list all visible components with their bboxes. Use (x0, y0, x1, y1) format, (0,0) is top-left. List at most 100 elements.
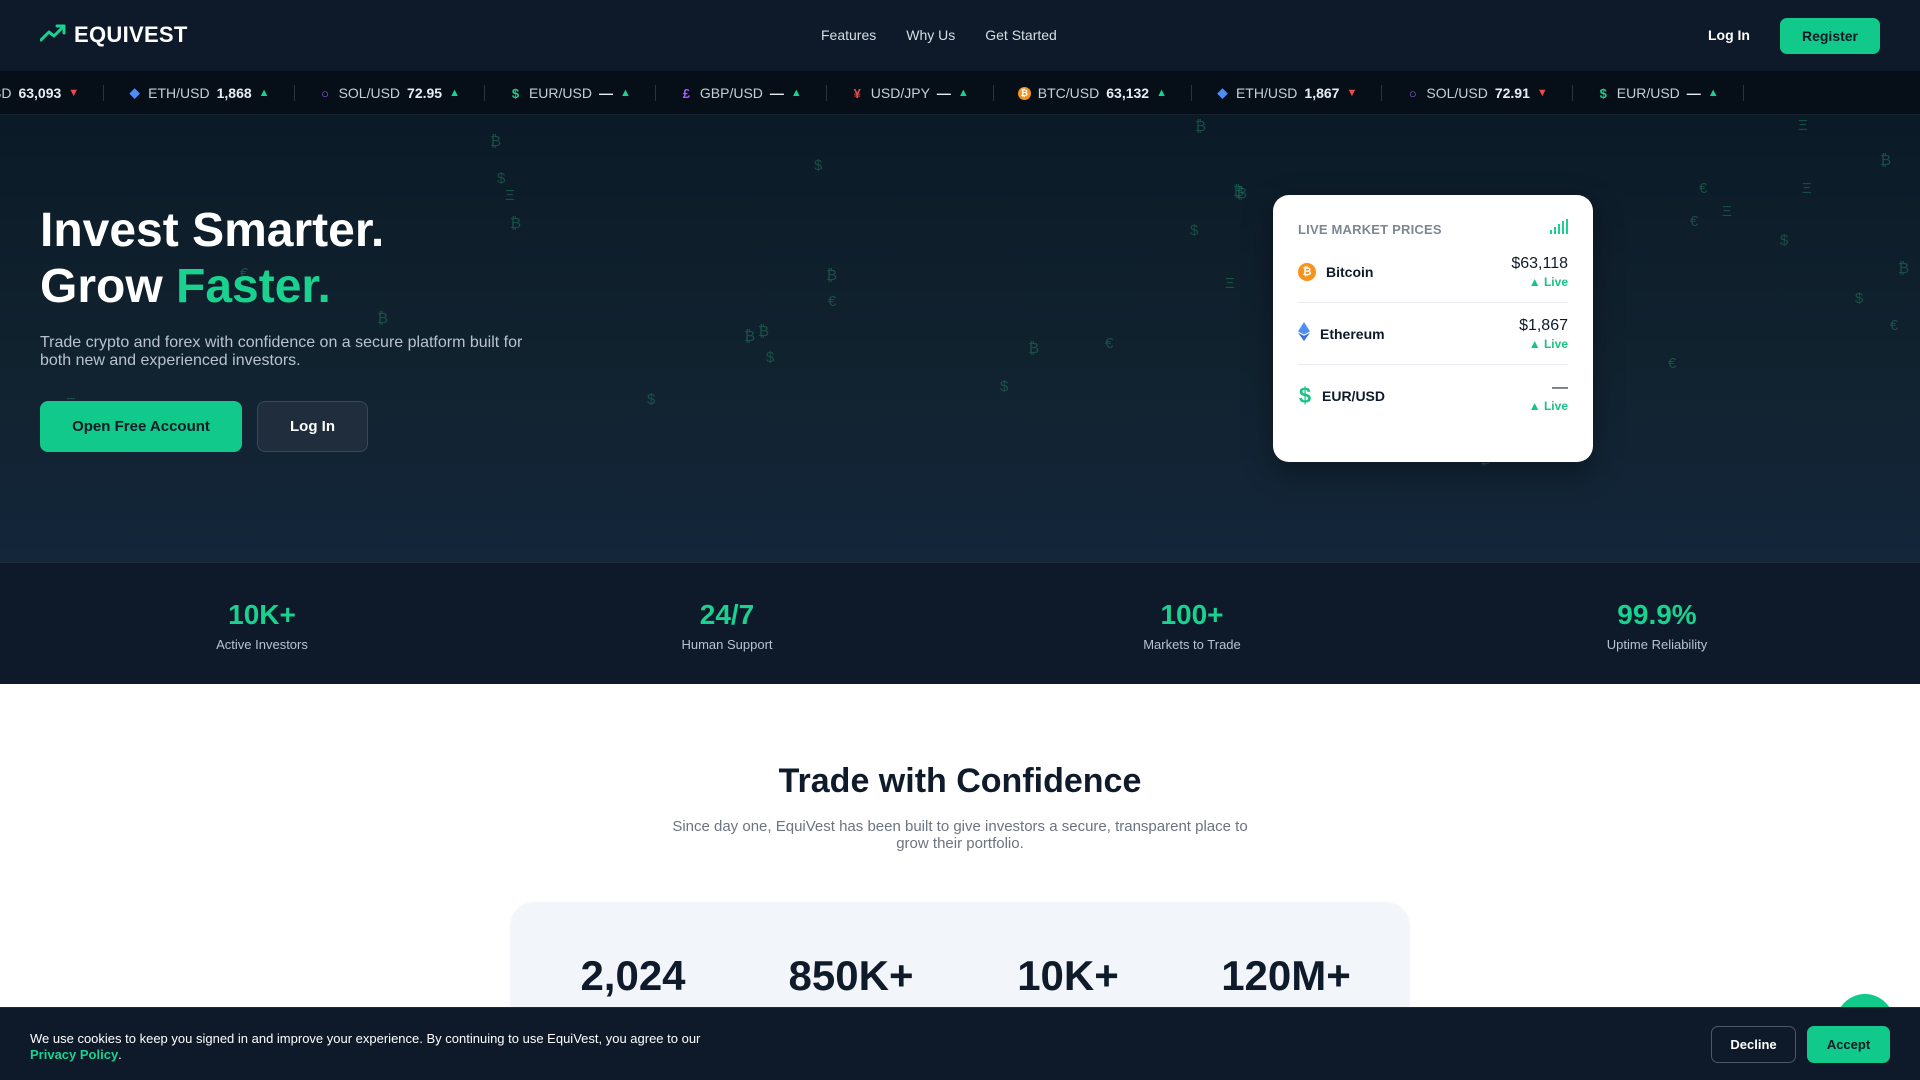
ethereum-icon: ◆ (129, 85, 140, 100)
metric-value: 2,024 (580, 952, 686, 999)
decorative-currency-symbol: € (1699, 180, 1708, 197)
cookie-banner: We use cookies to keep you signed in and… (0, 1007, 1920, 1080)
stat-label: Human Support (681, 637, 773, 652)
stat-label: Uptime Reliability (1606, 637, 1708, 652)
confidence-subtitle: Since day one, EquiVest has been built t… (672, 818, 1248, 852)
arrow-up-icon: ▲ (619, 87, 631, 99)
ticker-price: 72.95 (407, 85, 443, 101)
nav-login-link[interactable]: Log In (1708, 27, 1750, 43)
decorative-currency-symbol: Ξ (1798, 117, 1808, 134)
nav-link-features[interactable]: Features (821, 27, 876, 43)
ticker-item: $ EUR/USD — ▲ (485, 85, 656, 101)
hero-section: ₿$Ξ₿₿€Ξ$₿€₿₿$$₿$€$Ξ₿₿₿₿€€Ξ$ΞΞ$₿€₿€₿ Inve… (0, 115, 1920, 562)
market-row-live: ▲ Live (1528, 274, 1568, 289)
decorative-currency-symbol: $ (766, 349, 775, 366)
market-row-name: Bitcoin (1326, 263, 1374, 280)
ticker-symbol: SOL/USD (338, 85, 401, 101)
market-row-name: EUR/USD (1322, 388, 1386, 404)
decorative-currency-symbol: Ξ (1802, 180, 1812, 197)
arrow-up-icon: ▲ (957, 87, 969, 99)
open-free-account-button[interactable]: Open Free Account (40, 401, 242, 452)
market-row-ethereum[interactable]: Ethereum $1,867 ▲ Live (1298, 303, 1568, 365)
bitcoin-icon: ₿ (1298, 262, 1316, 281)
decorative-currency-symbol: € (1690, 213, 1699, 230)
stat-item: 10K+ Active Investors (112, 599, 412, 652)
market-row-live: ▲ Live (1528, 336, 1568, 351)
trending-up-icon (39, 23, 66, 48)
decline-cookies-button[interactable]: Decline (1711, 1026, 1796, 1063)
decorative-currency-symbol: ₿ (826, 267, 838, 284)
cookie-text: We use cookies to keep you signed in and… (30, 1031, 750, 1063)
ticker-symbol: USD/JPY (870, 85, 930, 101)
stat-value: 24/7 (699, 599, 755, 630)
market-row-live: ▲ Live (1528, 399, 1568, 413)
ticker-item: ◆ ETH/USD 1,867 ▼ (1192, 85, 1383, 101)
decorative-currency-symbol: ₿ (744, 328, 756, 345)
decorative-currency-symbol: ₿ (510, 215, 522, 232)
cookie-message: We use cookies to keep you signed in and… (30, 1031, 701, 1046)
stat-item: 24/7 Human Support (577, 599, 877, 652)
privacy-policy-link[interactable]: Privacy Policy (30, 1047, 118, 1062)
ticker-symbol: ETH/USD (1235, 85, 1298, 101)
ticker-item: ○ SOL/USD 72.91 ▼ (1382, 85, 1573, 101)
ticker-price: 63,093 (18, 85, 62, 101)
decorative-currency-symbol: ₿ (1898, 260, 1910, 277)
brand-logo[interactable]: EQUIVEST (39, 22, 188, 48)
market-row-bitcoin[interactable]: ₿ Bitcoin $63,118 ▲ Live (1298, 241, 1568, 303)
decorative-currency-symbol: ₿ (1236, 185, 1248, 202)
decorative-currency-symbol: $ (1000, 378, 1009, 395)
top-navbar: EQUIVEST Features Why Us Get Started Log… (0, 0, 1920, 71)
ticker-symbol: EUR/USD (1616, 85, 1680, 101)
solana-icon: ○ (1408, 85, 1417, 101)
ticker-item: SD 63,093 ▼ (0, 85, 105, 101)
ticker-symbol: SOL/USD (1426, 85, 1488, 101)
ticker-symbol: ETH/USD (148, 85, 210, 101)
decorative-currency-symbol: $ (497, 170, 506, 187)
hero-title: Invest Smarter. Grow Faster. (40, 203, 384, 315)
nav-link-get-started[interactable]: Get Started (985, 27, 1057, 43)
accept-cookies-button[interactable]: Accept (1807, 1026, 1890, 1063)
register-button[interactable]: Register (1780, 18, 1880, 54)
pound-icon: £ (682, 85, 690, 101)
decorative-currency-symbol: ₿ (758, 323, 770, 340)
arrow-down-icon: ▼ (1346, 87, 1358, 99)
stat-value: 10K+ (228, 599, 296, 630)
metric-value: 120M+ (1221, 952, 1351, 999)
signal-bars-icon (1550, 219, 1568, 239)
stat-value: 99.9% (1617, 599, 1697, 630)
live-market-card: LIVE MARKET PRICES ₿ Bitcoin $63,118 ▲ L… (1273, 195, 1593, 462)
decorative-currency-symbol: $ (647, 391, 656, 408)
decorative-currency-symbol: $ (814, 157, 823, 174)
metric-value: 850K+ (788, 952, 914, 999)
cookie-period: . (118, 1047, 122, 1062)
market-row-price: $63,118 (1511, 254, 1568, 272)
bitcoin-icon: ₿ (1017, 86, 1031, 100)
arrow-up-icon: ▲ (258, 87, 270, 99)
hero-title-line2: Grow (40, 260, 177, 313)
hero-login-button[interactable]: Log In (257, 401, 368, 452)
decorative-currency-symbol: ₿ (490, 133, 502, 150)
ethereum-icon (1298, 321, 1310, 346)
decorative-currency-symbol: ₿ (1195, 118, 1207, 135)
decorative-currency-symbol: ₿ (1028, 340, 1040, 357)
hero-title-line1: Invest Smarter. (40, 204, 385, 257)
ticker-item: ₿ BTC/USD 63,132 ▲ (994, 85, 1192, 101)
decorative-currency-symbol: Ξ (1722, 203, 1732, 220)
ticker-symbol: SD (0, 85, 12, 101)
decorative-currency-symbol: € (1105, 335, 1114, 352)
stat-value: 100+ (1160, 599, 1224, 630)
stat-label: Markets to Trade (1143, 637, 1241, 652)
ticker-track: SD 63,093 ▼ ◆ ETH/USD 1,868 ▲ ○ SOL/USD 72.95 ▲ $ EU… (0, 71, 1744, 114)
market-row-price: — (1552, 379, 1568, 396)
ticker-price: 63,132 (1106, 85, 1150, 101)
nav-links: Features Why Us Get Started (821, 27, 1057, 43)
stat-label: Active Investors (216, 637, 308, 652)
ticker-price: — (598, 85, 613, 101)
market-row-price: $1,867 (1519, 316, 1568, 334)
brand-name: EQUIVEST (74, 22, 188, 47)
hero-title-accent: Faster. (176, 260, 331, 313)
nav-link-why-us[interactable]: Why Us (906, 27, 955, 43)
market-row-eurusd[interactable]: $ EUR/USD — ▲ Live (1298, 365, 1568, 427)
stat-item: 100+ Markets to Trade (1042, 599, 1342, 652)
solana-icon: ○ (321, 85, 329, 101)
